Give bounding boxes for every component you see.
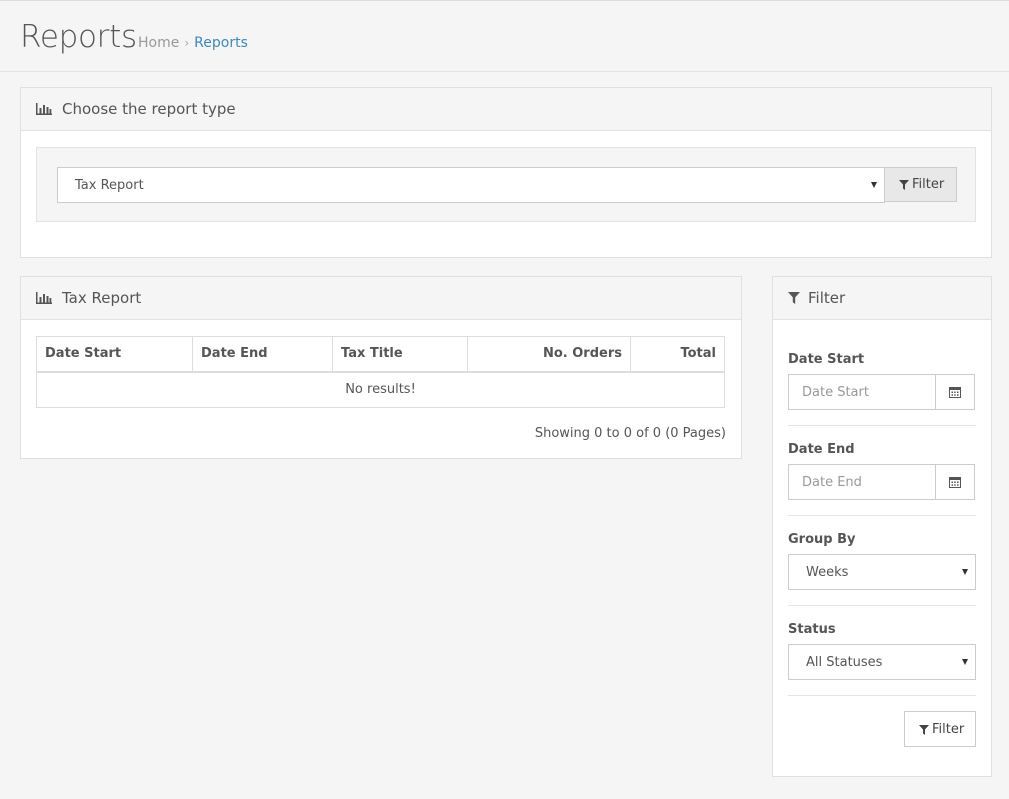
filter-icon bbox=[919, 725, 929, 735]
group-by-select-value: Weeks bbox=[806, 565, 849, 580]
date-end-input[interactable]: Date End bbox=[788, 464, 936, 500]
tax-report-table: Date Start Date End Tax Title No. Orders… bbox=[36, 336, 725, 408]
date-start-input[interactable]: Date Start bbox=[788, 374, 936, 410]
filter-button-label: Filter bbox=[932, 722, 965, 737]
filter-panel-title: Filter bbox=[808, 289, 846, 307]
report-type-filter-label: Filter bbox=[912, 177, 945, 192]
column-header-no-orders[interactable]: No. Orders bbox=[467, 337, 630, 371]
group-by-select[interactable]: Weeks bbox=[788, 554, 976, 590]
report-type-panel-title: Choose the report type bbox=[62, 100, 236, 118]
bar-chart-icon bbox=[36, 292, 52, 304]
report-type-panel: Choose the report type Tax Report Filter bbox=[20, 87, 992, 258]
status-select[interactable]: All Statuses bbox=[788, 644, 976, 680]
status-label: Status bbox=[788, 622, 836, 637]
report-type-select-value: Tax Report bbox=[75, 178, 144, 193]
tax-report-panel: Tax Report Date Start Date End Tax Title… bbox=[20, 276, 742, 459]
calendar-icon bbox=[949, 387, 961, 398]
filter-panel: Filter Date Start Date Start Date End Da… bbox=[772, 276, 992, 777]
filter-icon bbox=[899, 180, 909, 190]
page-header: Reports Home › Reports bbox=[0, 1, 1009, 72]
pagination-text: Showing 0 to 0 of 0 (0 Pages) bbox=[534, 426, 726, 441]
divider bbox=[788, 695, 976, 696]
column-header-tax-title[interactable]: Tax Title bbox=[332, 337, 467, 371]
filter-panel-heading: Filter bbox=[773, 277, 991, 320]
column-header-date-end[interactable]: Date End bbox=[192, 337, 332, 371]
bar-chart-icon bbox=[36, 103, 52, 115]
tax-report-panel-title: Tax Report bbox=[62, 289, 142, 307]
filter-icon bbox=[788, 292, 800, 304]
table-row: No results! bbox=[37, 373, 724, 407]
calendar-icon bbox=[949, 477, 961, 488]
chevron-down-icon bbox=[962, 569, 968, 575]
tax-report-panel-heading: Tax Report bbox=[21, 277, 741, 320]
divider bbox=[788, 425, 976, 426]
page-title: Reports bbox=[20, 19, 137, 55]
breadcrumb-reports-link[interactable]: Reports bbox=[194, 35, 248, 51]
report-type-select[interactable]: Tax Report bbox=[57, 167, 885, 203]
column-header-date-start[interactable]: Date Start bbox=[37, 337, 192, 371]
filter-button[interactable]: Filter bbox=[904, 711, 976, 747]
no-results-message: No results! bbox=[345, 382, 416, 397]
chevron-down-icon bbox=[871, 182, 877, 188]
table-header-row: Date Start Date End Tax Title No. Orders… bbox=[37, 337, 724, 373]
breadcrumb-separator: › bbox=[184, 36, 190, 50]
date-start-calendar-button[interactable] bbox=[935, 374, 975, 410]
date-start-placeholder: Date Start bbox=[802, 385, 869, 400]
report-type-well: Tax Report Filter bbox=[36, 147, 976, 222]
breadcrumb: Home › Reports bbox=[138, 35, 248, 51]
report-type-panel-heading: Choose the report type bbox=[21, 88, 991, 131]
divider bbox=[788, 605, 976, 606]
date-end-calendar-button[interactable] bbox=[935, 464, 975, 500]
status-select-value: All Statuses bbox=[806, 655, 883, 670]
date-end-placeholder: Date End bbox=[802, 475, 862, 490]
date-end-label: Date End bbox=[788, 442, 855, 457]
chevron-down-icon bbox=[962, 659, 968, 665]
divider bbox=[788, 515, 976, 516]
report-type-filter-button[interactable]: Filter bbox=[884, 167, 957, 202]
group-by-label: Group By bbox=[788, 532, 856, 547]
date-start-label: Date Start bbox=[788, 352, 865, 367]
column-header-total[interactable]: Total bbox=[630, 337, 724, 371]
breadcrumb-home-link[interactable]: Home bbox=[138, 35, 179, 51]
